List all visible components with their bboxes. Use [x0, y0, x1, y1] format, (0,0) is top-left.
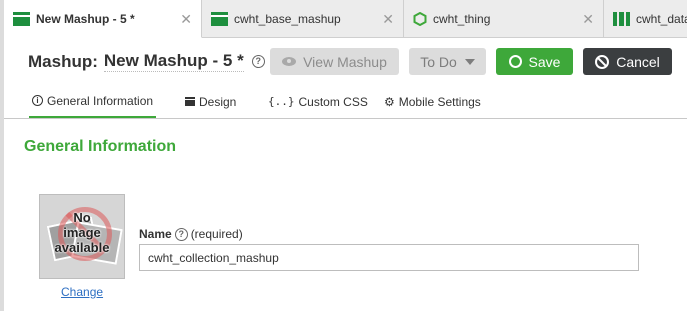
title-prefix: Mashup: [28, 51, 98, 71]
tab-label: Design [199, 94, 237, 109]
tab-cwht-data[interactable]: cwht_data [604, 0, 687, 37]
page-title: Mashup: New Mashup - 5 * ? [28, 51, 265, 72]
info-icon: i [32, 95, 43, 106]
cancel-label: Cancel [616, 53, 660, 70]
view-mashup-label: View Mashup [303, 53, 387, 70]
tab-custom-css[interactable]: {..} Custom CSS [268, 85, 368, 118]
thing-icon [413, 11, 427, 26]
help-icon[interactable]: ? [174, 227, 188, 241]
name-input[interactable] [139, 244, 639, 271]
no-image-text: No image available [54, 210, 110, 255]
save-button[interactable]: Save [496, 48, 573, 75]
close-icon[interactable]: ✕ [382, 11, 394, 28]
section-tabs: i General Information Design {..} Custom… [4, 85, 687, 119]
tab-label: cwht_thing [433, 11, 491, 26]
save-label: Save [528, 53, 561, 70]
mashup-thumbnail: No image available [39, 194, 125, 279]
tab-label: Custom CSS [298, 94, 368, 109]
to-do-label: To Do [420, 53, 457, 70]
tab-cwht-thing[interactable]: cwht_thing ✕ [404, 0, 604, 37]
circle-icon [508, 55, 522, 68]
tab-label: cwht_data [636, 11, 687, 26]
name-field-label: Name ? (required) [139, 227, 243, 241]
tab-cwht-base-mashup[interactable]: cwht_base_mashup ✕ [202, 0, 404, 37]
tab-label: cwht_base_mashup [234, 11, 341, 26]
data-table-icon [613, 11, 630, 26]
mashup-name-title[interactable]: New Mashup - 5 * [103, 51, 244, 72]
name-label-text: Name [139, 227, 172, 241]
change-thumbnail-link[interactable]: Change [61, 285, 103, 299]
required-note: (required) [190, 227, 243, 241]
mashup-icon [13, 11, 30, 26]
caret-down-icon [464, 58, 475, 65]
tab-label: General Information [47, 93, 154, 108]
editor-tab-strip: New Mashup - 5 * ✕ cwht_base_mashup ✕ cw… [4, 0, 687, 38]
tab-label: Mobile Settings [398, 94, 481, 109]
to-do-dropdown[interactable]: To Do [409, 48, 486, 75]
tab-general-information[interactable]: i General Information [29, 85, 156, 118]
tab-new-mashup-5[interactable]: New Mashup - 5 * ✕ [4, 0, 202, 38]
tab-label: New Mashup - 5 * [36, 11, 135, 26]
css-icon: {..} [268, 95, 295, 108]
section-title: General Information [24, 138, 177, 155]
eye-icon [282, 57, 297, 66]
cancel-button[interactable]: Cancel [583, 48, 672, 75]
gear-icon: ⚙ [384, 94, 395, 109]
view-mashup-button[interactable]: View Mashup [270, 48, 399, 75]
mashup-icon [211, 11, 228, 26]
help-icon[interactable]: ? [251, 55, 265, 68]
tab-design[interactable]: Design [185, 85, 236, 118]
close-icon[interactable]: ✕ [180, 11, 192, 28]
left-edge-border [0, 0, 4, 311]
cancel-icon [595, 54, 610, 69]
design-icon [185, 97, 195, 106]
close-icon[interactable]: ✕ [582, 11, 594, 28]
tab-mobile-settings[interactable]: ⚙ Mobile Settings [384, 85, 481, 118]
